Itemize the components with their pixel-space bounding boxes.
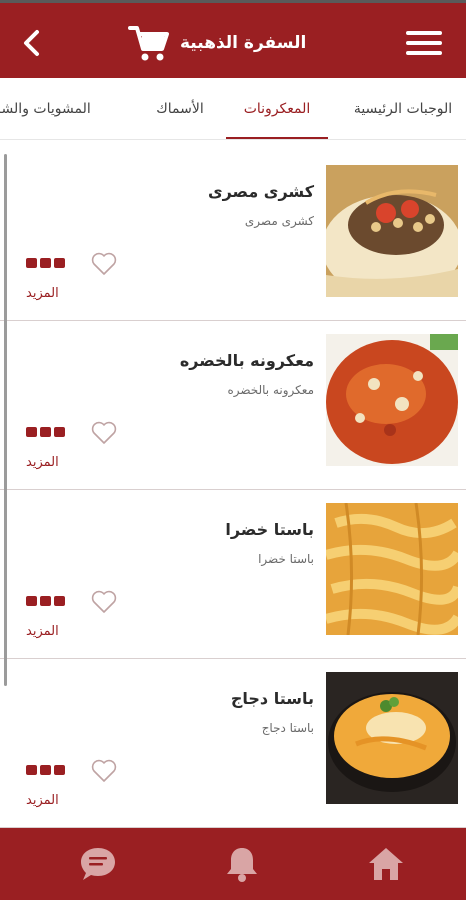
chat-icon [81, 848, 115, 880]
item-image-koshari[interactable] [326, 165, 458, 297]
item-description: باستا دجاج [261, 721, 314, 735]
category-tabs: الوجبات الرئيسية المعكرونات الأسماك المش… [0, 78, 466, 140]
favorite-button[interactable] [90, 420, 118, 446]
bell-icon [227, 848, 257, 882]
more-link[interactable]: المزيد [26, 793, 59, 808]
tab-main-meals[interactable]: الوجبات الرئيسية [340, 78, 466, 139]
heart-icon [91, 421, 117, 444]
scrollbar[interactable] [4, 154, 7, 686]
menu-item[interactable]: باستا خضرا باستا خضرا المزيد [0, 490, 466, 659]
home-icon [369, 848, 403, 880]
menu-item[interactable]: باستا دجاج باستا دجاج المزيد [0, 659, 466, 828]
menu-list[interactable]: كشرى مصرى كشرى مصرى المزيد معكرونه بالخض… [0, 152, 466, 828]
title-group: السفرة الذهبية [128, 21, 306, 65]
nav-home[interactable] [366, 844, 406, 884]
more-dots-icon[interactable] [26, 765, 68, 777]
tab-grills[interactable]: المشويات والشاورما [0, 78, 122, 139]
nav-notifications[interactable] [222, 844, 262, 884]
cart-icon [128, 26, 169, 61]
menu-button[interactable] [404, 25, 444, 61]
more-dots-icon[interactable] [26, 596, 68, 608]
heart-icon [91, 252, 117, 275]
item-name: معكرونه بالخضره [179, 351, 314, 370]
back-button[interactable] [14, 25, 50, 61]
item-name: كشرى مصرى [207, 182, 314, 201]
app-header: السفرة الذهبية [0, 0, 466, 78]
app-title: السفرة الذهبية [180, 33, 307, 53]
item-description: معكرونه بالخضره [227, 383, 314, 397]
menu-item[interactable]: كشرى مصرى كشرى مصرى المزيد [0, 152, 466, 321]
more-link[interactable]: المزيد [26, 624, 59, 639]
more-link[interactable]: المزيد [26, 286, 59, 301]
item-name: باستا خضرا [225, 520, 314, 539]
item-name: باستا دجاج [230, 689, 314, 708]
bottom-nav [0, 828, 466, 900]
item-image-chicken-pasta[interactable] [326, 672, 458, 804]
tab-fish[interactable]: الأسماك [140, 78, 220, 139]
heart-icon [91, 759, 117, 782]
item-description: باستا خضرا [258, 552, 314, 566]
more-dots-icon[interactable] [26, 427, 68, 439]
item-description: كشرى مصرى [244, 214, 314, 228]
chevron-left-icon [24, 30, 39, 56]
nav-chat[interactable] [78, 844, 118, 884]
item-image-green-pasta[interactable] [326, 503, 458, 635]
cart-button[interactable] [128, 23, 170, 63]
active-tab-indicator [226, 137, 328, 139]
heart-icon [91, 590, 117, 613]
item-image-pasta-vegetables[interactable] [326, 334, 458, 466]
tab-pasta[interactable]: المعكرونات [226, 78, 328, 139]
favorite-button[interactable] [90, 589, 118, 615]
favorite-button[interactable] [90, 251, 118, 277]
menu-item[interactable]: معكرونه بالخضره معكرونه بالخضره المزيد [0, 321, 466, 490]
favorite-button[interactable] [90, 758, 118, 784]
more-link[interactable]: المزيد [26, 455, 59, 470]
more-dots-icon[interactable] [26, 258, 68, 270]
hamburger-menu-icon [406, 31, 442, 55]
